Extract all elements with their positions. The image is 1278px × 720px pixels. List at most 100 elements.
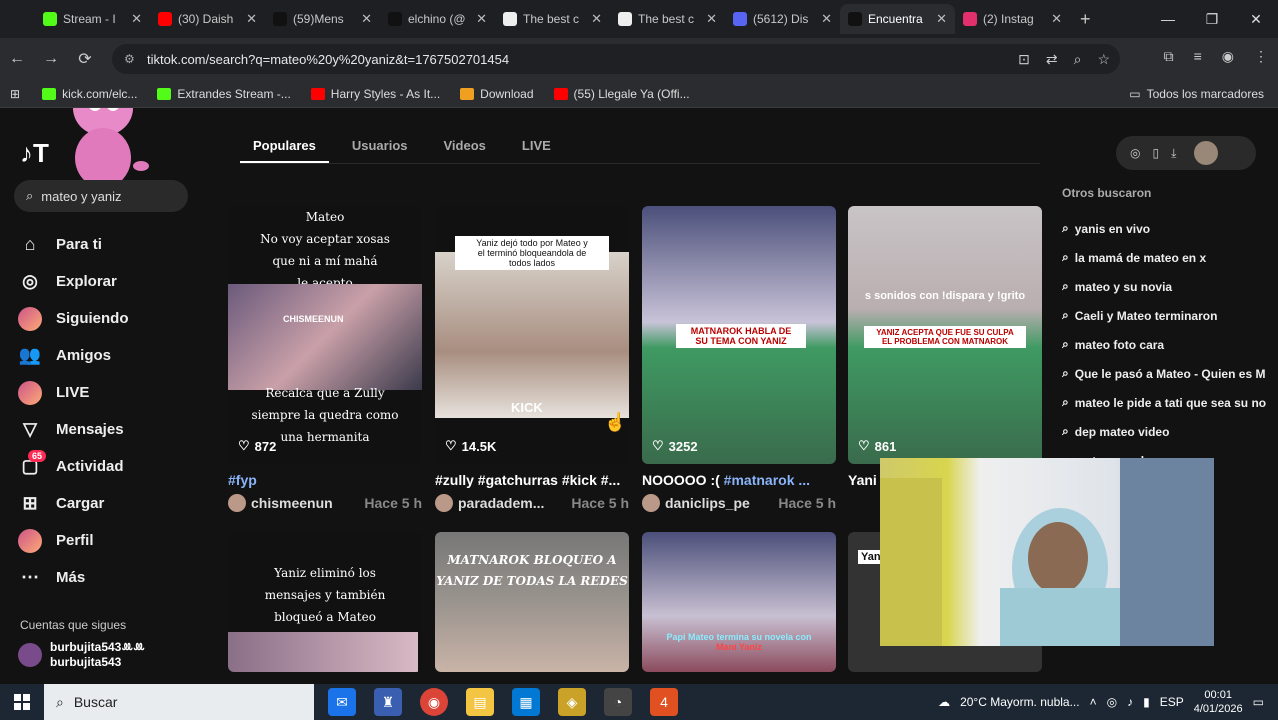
media-icon[interactable]: ≡ [1194, 48, 1202, 65]
chrome-icon[interactable]: ◉ [420, 688, 448, 716]
video-thumbnail[interactable]: Yaniz dejó todo por Mateo y el terminó b… [435, 206, 629, 464]
extensions-icon[interactable]: ⧉ [1164, 48, 1174, 65]
close-tab-icon[interactable]: ✕ [476, 11, 487, 27]
video-card[interactable]: MATNAROK HABLA DE SU TEMA CON YANIZ ♡ 325… [642, 206, 836, 512]
download-icon[interactable]: ⤓ [1171, 146, 1176, 161]
sidebar-item[interactable]: ⊞ Cargar [18, 485, 218, 522]
suggested-search[interactable]: ⌕ Caeli y Mateo terminaron [1062, 301, 1278, 330]
video-card[interactable]: s sonidos con !dispara y !grito YANIZ AC… [848, 206, 1042, 488]
bookmark-item[interactable]: Harry Styles - As It... [310, 87, 440, 101]
app-icon[interactable]: ◈ [558, 688, 586, 716]
content-tab[interactable]: Videos [431, 130, 499, 163]
weather-icon[interactable]: ☁ [938, 695, 950, 709]
site-info-icon[interactable]: ⚙ [124, 52, 135, 66]
author[interactable]: paradadem... [435, 494, 544, 512]
all-bookmarks[interactable]: ▭ Todos los marcadores [1129, 87, 1264, 101]
weather-text[interactable]: 20°C Mayorm. nubla... [960, 695, 1080, 709]
avatar[interactable] [1194, 141, 1219, 165]
sidebar-item[interactable]: ◎ Explorar [18, 263, 218, 300]
close-tab-icon[interactable]: ✕ [361, 11, 372, 27]
close-tab-icon[interactable]: ✕ [706, 11, 717, 27]
star-icon[interactable]: ☆ [1097, 51, 1110, 68]
sidebar-item[interactable]: ⌂ Para ti [18, 226, 218, 263]
video-card[interactable]: Yaniz eliminó los mensajes y también blo… [228, 532, 422, 672]
video-thumbnail[interactable]: Papi Mateo termina su novela con Maní Ya… [642, 532, 836, 672]
video-caption[interactable]: #zully #gatchurras #kick #... [435, 472, 629, 488]
taskbar-search[interactable]: ⌕ Buscar [44, 684, 314, 720]
video-caption[interactable]: #fyp [228, 472, 422, 488]
close-tab-icon[interactable]: ✕ [131, 11, 142, 27]
menu-icon[interactable]: ⋮ [1254, 48, 1268, 65]
profile-icon[interactable]: ◉ [1222, 48, 1234, 65]
search-input[interactable]: ⌕ mateo y yaniz [14, 180, 188, 212]
browser-tab[interactable]: (2) Instag ✕ [955, 4, 1070, 34]
close-window-button[interactable]: ✕ [1234, 0, 1278, 38]
author[interactable]: daniclips_pe [642, 494, 750, 512]
content-tab[interactable]: LIVE [509, 130, 564, 163]
video-thumbnail[interactable]: Mateo No voy aceptar xosas que ni a mí m… [228, 206, 422, 464]
bookmark-item[interactable]: Extrandes Stream -... [157, 87, 291, 101]
sidebar-item[interactable]: ▢ 65 Actividad [18, 448, 218, 485]
chevron-up-icon[interactable]: ˄ [1090, 695, 1097, 709]
suggested-search[interactable]: ⌕ mateo le pide a tati que sea su no [1062, 388, 1278, 417]
author[interactable]: chismeenun [228, 494, 333, 512]
forward-icon[interactable]: → [34, 50, 68, 68]
app-icon[interactable]: ♜ [374, 688, 402, 716]
browser-tab[interactable]: (5612) Dis ✕ [725, 4, 840, 34]
browser-tab[interactable]: The best c ✕ [495, 4, 610, 34]
close-tab-icon[interactable]: ✕ [1051, 11, 1062, 27]
close-tab-icon[interactable]: ✕ [821, 11, 832, 27]
bookmark-item[interactable]: kick.com/elc... [42, 87, 137, 101]
phone-icon[interactable]: ▯ [1152, 146, 1159, 160]
start-button[interactable] [0, 694, 44, 710]
minimize-button[interactable]: — [1146, 0, 1190, 38]
reload-icon[interactable]: ⟳ [68, 49, 102, 69]
video-card[interactable]: Papi Mateo termina su novela con Maní Ya… [642, 532, 836, 672]
video-card[interactable]: MATNAROK BLOQUEO A YANIZ DE TODAS LA RED… [435, 532, 629, 672]
sidebar-item[interactable]: 👥 Amigos [18, 337, 218, 374]
outlook-icon[interactable]: ✉ [328, 688, 356, 716]
suggested-search[interactable]: ⌕ mateo y su novia [1062, 272, 1278, 301]
suggested-search[interactable]: ⌕ dep mateo video [1062, 417, 1278, 446]
apps-icon[interactable]: ⊞ [10, 87, 20, 101]
url-bar[interactable]: ⚙ tiktok.com/search?q=mateo%20y%20yaniz&… [112, 44, 1120, 74]
sidebar-item[interactable]: ▽ Mensajes [18, 411, 218, 448]
content-tab[interactable]: Usuarios [339, 130, 421, 163]
app-icon[interactable]: 4 [650, 688, 678, 716]
clock[interactable]: 00:01 4/01/2026 [1194, 688, 1243, 716]
compass-icon[interactable]: ◎ [1130, 146, 1140, 160]
install-icon[interactable]: ⊡ [1018, 51, 1030, 68]
sidebar-item[interactable]: Perfil [18, 522, 218, 559]
translate-icon[interactable]: ⇄ [1046, 51, 1058, 68]
sidebar-item[interactable]: Siguiendo [18, 300, 218, 337]
file-explorer-icon[interactable]: ▤ [466, 688, 494, 716]
close-tab-icon[interactable]: ✕ [591, 11, 602, 27]
following-item[interactable]: burbujita543ꔛꔛ burbujita543 [18, 640, 145, 670]
mic-icon[interactable]: ▮ [1143, 695, 1150, 709]
bookmark-item[interactable]: Download [460, 87, 534, 101]
network-icon[interactable]: ◎ [1107, 695, 1117, 709]
suggested-search[interactable]: ⌕ Que le pasó a Mateo - Quien es M [1062, 359, 1278, 388]
video-card[interactable]: Mateo No voy aceptar xosas que ni a mí m… [228, 206, 422, 512]
close-tab-icon[interactable]: ✕ [246, 11, 257, 27]
video-thumbnail[interactable]: MATNAROK BLOQUEO A YANIZ DE TODAS LA RED… [435, 532, 629, 672]
app-icon[interactable]: ◔ [604, 688, 632, 716]
suggested-search[interactable]: ⌕ la mamá de mateo en x [1062, 243, 1278, 272]
video-thumbnail[interactable]: Yaniz eliminó los mensajes y también blo… [228, 532, 422, 672]
browser-tab[interactable]: The best c ✕ [610, 4, 725, 34]
sidebar-item[interactable]: LIVE [18, 374, 218, 411]
video-caption[interactable]: NOOOOO :( #matnarok ... [642, 472, 836, 488]
video-card[interactable]: Yaniz dejó todo por Mateo y el terminó b… [435, 206, 629, 512]
suggested-search[interactable]: ⌕ yanis en vivo [1062, 214, 1278, 243]
browser-tab[interactable]: (59)Mens ✕ [265, 4, 380, 34]
close-tab-icon[interactable]: ✕ [936, 11, 947, 27]
back-icon[interactable]: ← [0, 50, 34, 68]
language-indicator[interactable]: ESP [1160, 695, 1184, 709]
video-thumbnail[interactable]: MATNAROK HABLA DE SU TEMA CON YANIZ ♡ 325… [642, 206, 836, 464]
new-tab-button[interactable]: + [1080, 9, 1091, 30]
video-thumbnail[interactable]: s sonidos con !dispara y !grito YANIZ AC… [848, 206, 1042, 464]
bookmark-item[interactable]: (55) Llegale Ya (Offi... [553, 87, 690, 101]
browser-tab[interactable]: (30) Daish ✕ [150, 4, 265, 34]
volume-icon[interactable]: ♪ [1127, 695, 1133, 709]
browser-tab[interactable]: Stream - I ✕ [35, 4, 150, 34]
